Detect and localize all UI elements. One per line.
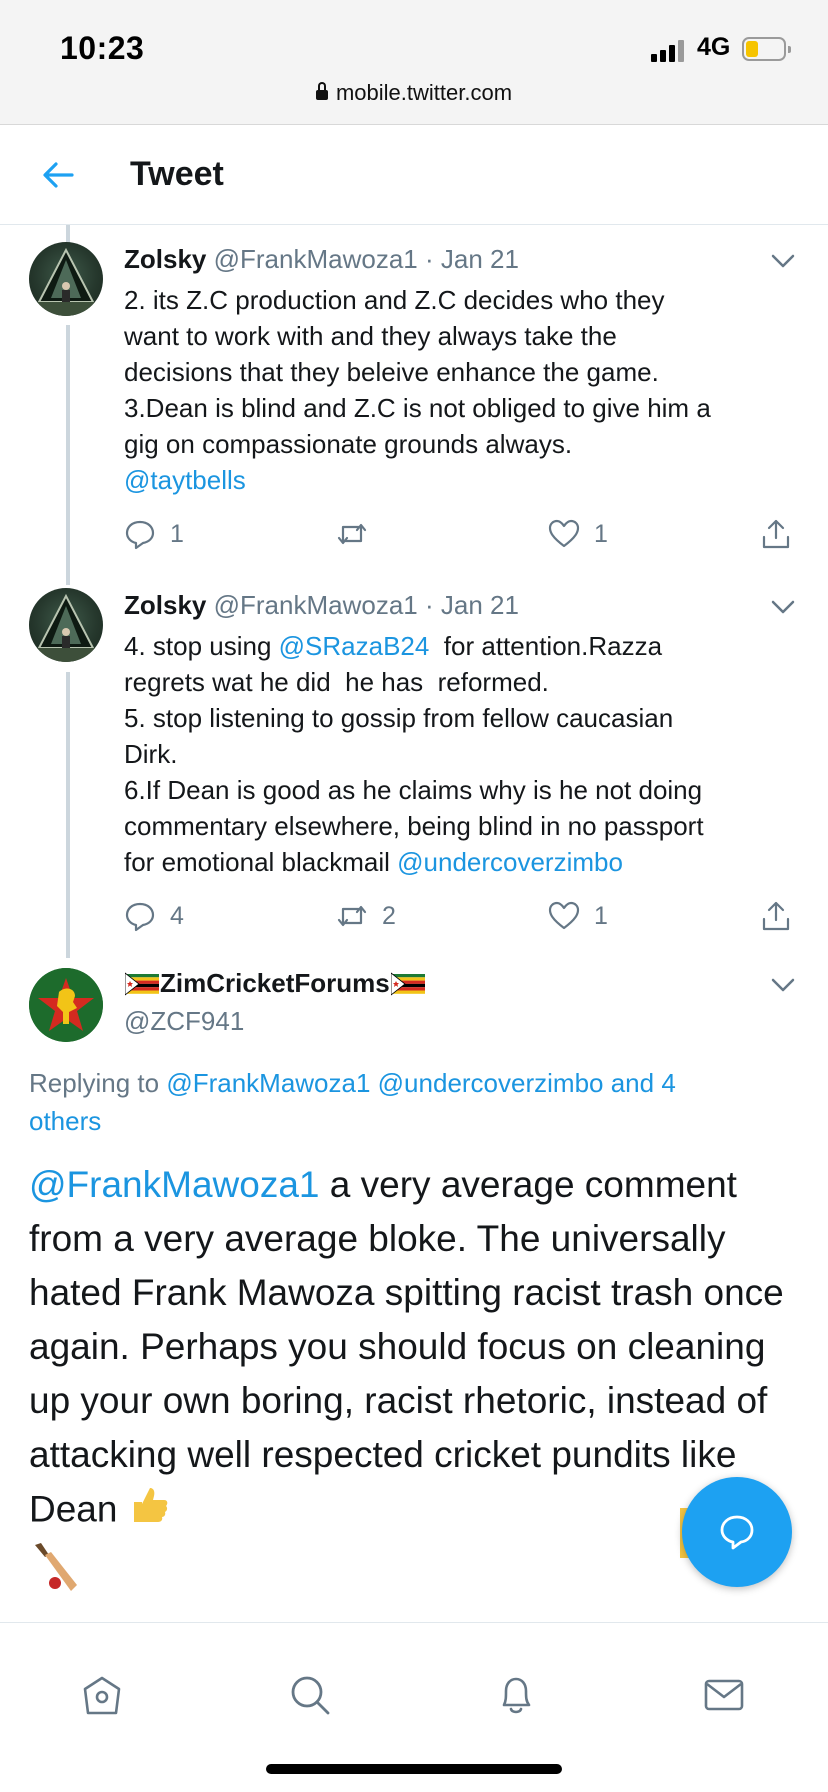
bell-icon[interactable]	[494, 1673, 538, 1717]
tweet-date[interactable]: Jan 21	[441, 244, 519, 274]
text-segment: for attention.Razza	[429, 631, 663, 661]
heart-icon	[548, 519, 580, 548]
avatar[interactable]	[29, 968, 103, 1042]
retweet-icon	[337, 523, 367, 545]
address-bar[interactable]: mobile.twitter.com	[0, 80, 828, 106]
status-bar: 10:23 4G mobile.twitter.com	[0, 0, 828, 125]
retweet-count: 2	[382, 901, 396, 930]
tweet-line: 4. stop using @SRazaB24 for attention.Ra…	[124, 628, 784, 664]
reply-icon	[125, 520, 155, 550]
like-count: 1	[594, 519, 608, 548]
reply-count: 1	[170, 519, 184, 548]
thumbs-up-emoji-icon	[128, 1482, 172, 1541]
separator: ·	[424, 590, 434, 620]
like-button[interactable]: 1	[548, 516, 608, 552]
tweet-line: for emotional blackmail @undercoverzimbo	[124, 844, 784, 880]
mail-icon[interactable]	[702, 1673, 746, 1717]
zimbabwe-flag-icon	[390, 971, 425, 996]
handle[interactable]: @FrankMawoza1	[214, 244, 418, 274]
thread-line	[66, 672, 70, 958]
reply-count: 4	[170, 901, 184, 930]
lock-icon	[315, 82, 328, 100]
page-title: Tweet	[130, 155, 224, 193]
mention-link[interactable]: @undercoverzimbo	[397, 847, 623, 877]
arrow-left-icon[interactable]	[38, 155, 78, 195]
handle[interactable]: @FrankMawoza1	[214, 590, 418, 620]
tweet-line: 2. its Z.C production and Z.C decides wh…	[124, 285, 665, 315]
heart-icon	[548, 901, 580, 930]
compose-reply-icon	[720, 1515, 754, 1550]
like-count: 1	[594, 901, 608, 930]
tweet-body: a very average comment from a very avera…	[29, 1164, 784, 1530]
search-icon[interactable]	[288, 1673, 332, 1717]
replying-label: Replying to	[29, 1068, 167, 1098]
chevron-down-icon[interactable]	[770, 977, 796, 993]
compose-reply-button[interactable]	[682, 1477, 792, 1587]
tweet-paragraph: regrets wat he did he has reformed. 5. s…	[124, 667, 704, 841]
display-name[interactable]: Zolsky	[124, 590, 206, 620]
tweet-text: 2. its Z.C production and Z.C decides wh…	[124, 282, 784, 498]
mention-link[interactable]: @SRazaB24	[279, 631, 430, 661]
home-icon[interactable]	[80, 1673, 124, 1717]
tweet-actions: 1 1	[124, 516, 794, 552]
cricket-bat-emoji-icon	[29, 1541, 81, 1608]
home-indicator[interactable]	[266, 1764, 562, 1774]
separator: ·	[424, 244, 434, 274]
retweet-icon	[337, 905, 367, 927]
share-icon	[762, 519, 790, 549]
avatar-image	[29, 968, 103, 1042]
url-text: mobile.twitter.com	[335, 80, 513, 105]
battery-icon	[742, 37, 791, 61]
share-button[interactable]	[760, 516, 792, 552]
share-button[interactable]	[760, 898, 792, 934]
status-time: 10:23	[60, 30, 145, 66]
like-button[interactable]: 1	[548, 898, 608, 934]
avatar[interactable]	[29, 588, 103, 662]
tweet-line: gig on compassionate grounds always.	[124, 429, 573, 459]
text-segment: 4. stop using	[124, 631, 279, 661]
replying-to: Replying to @FrankMawoza1 @undercoverzim…	[29, 1064, 749, 1140]
retweet-button[interactable]	[336, 516, 368, 552]
tweet-text: 4. stop using @SRazaB24 for attention.Ra…	[124, 628, 784, 880]
network-type: 4G	[697, 33, 731, 61]
share-icon	[762, 901, 790, 931]
avatar-image	[29, 593, 103, 662]
handle[interactable]: @ZCF941	[124, 1006, 244, 1037]
text-segment: for emotional blackmail	[124, 847, 398, 877]
tweet-header: Zolsky @FrankMawoza1 · Jan 21	[124, 590, 519, 621]
reply-button[interactable]: 4	[124, 898, 184, 934]
tweet-line: 3.Dean is blind and Z.C is not obliged t…	[124, 393, 711, 423]
avatar-image	[29, 247, 103, 316]
retweet-button[interactable]: 2	[336, 898, 396, 934]
signal-icon	[651, 38, 689, 62]
top-header: Tweet	[0, 125, 828, 225]
reply-icon	[125, 902, 155, 932]
tweet-actions: 4 2 1	[124, 898, 794, 934]
avatar[interactable]	[29, 242, 103, 316]
display-name[interactable]: Zolsky	[124, 244, 206, 274]
tweet-date[interactable]: Jan 21	[441, 590, 519, 620]
chevron-down-icon[interactable]	[770, 599, 796, 615]
tweet-line: decisions that they beleive enhance the …	[124, 357, 659, 387]
chevron-down-icon[interactable]	[770, 253, 796, 269]
thread-line	[66, 325, 70, 585]
mention-link[interactable]: @FrankMawoza1	[29, 1164, 320, 1205]
zimbabwe-flag-icon	[125, 971, 159, 996]
display-name[interactable]: ZimCricketForums	[124, 968, 426, 999]
reply-button[interactable]: 1	[124, 516, 184, 552]
display-name-text: ZimCricketForums	[160, 968, 390, 998]
tweet-header: Zolsky @FrankMawoza1 · Jan 21	[124, 244, 519, 275]
mention-link[interactable]: @taytbells	[124, 462, 784, 498]
tweet-line: want to work with and they always take t…	[124, 321, 617, 351]
